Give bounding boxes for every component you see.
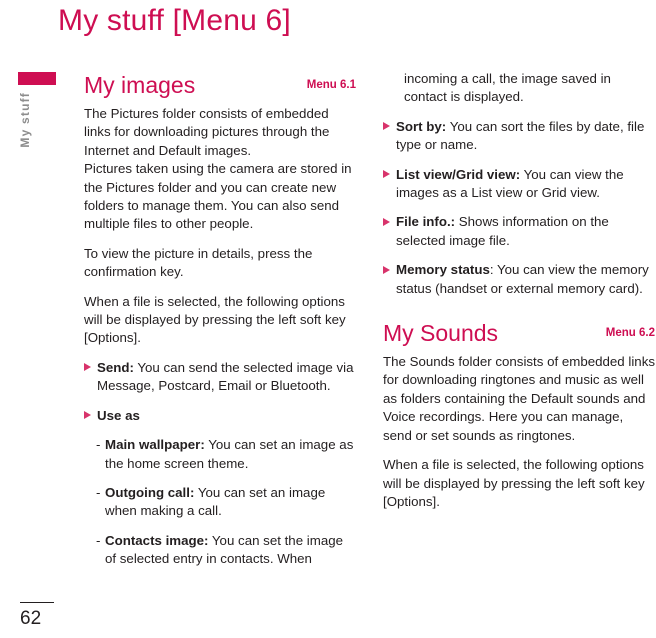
sub-list-item-label: Contacts image: — [105, 532, 209, 548]
section-menu-ref: Menu 6.2 — [605, 327, 655, 340]
dash-marker: - — [96, 484, 101, 500]
sub-list-item-label: Main wallpaper: — [105, 437, 205, 453]
list-item-text: You can send the selected image via Mess… — [97, 359, 354, 394]
list-item-label: Use as — [97, 407, 140, 423]
sub-list-item: - Main wallpaper: You can set an image a… — [84, 436, 356, 473]
sub-list-item: - Outgoing call: You can set an image wh… — [84, 484, 356, 521]
list-item: Memory status: You can view the memory s… — [383, 261, 655, 298]
list-item-label: Memory status — [396, 262, 490, 278]
list-item: Sort by: You can sort the files by date,… — [383, 118, 655, 155]
triangle-bullet-icon — [84, 411, 91, 420]
chapter-sidebar: My stuff — [0, 70, 78, 570]
list-item: Send: You can send the selected image vi… — [84, 359, 356, 396]
list-item: Use as — [84, 407, 356, 425]
list-item-label: File info.: — [396, 214, 456, 230]
triangle-bullet-icon — [84, 363, 91, 372]
left-column: My images Menu 6.1 The Pictures folder c… — [84, 70, 356, 580]
paragraph: To view the picture in details, press th… — [84, 245, 313, 280]
list-item: File info.: Shows information on the sel… — [383, 213, 655, 250]
section-title: My Sounds — [383, 320, 499, 347]
paragraph: When a file is selected, the following o… — [383, 457, 645, 509]
paragraph: Pictures taken using the camera are stor… — [84, 161, 352, 232]
footer-divider — [20, 601, 54, 603]
paragraph: When a file is selected, the following o… — [84, 293, 346, 346]
sub-list-item-label: Outgoing call: — [105, 484, 195, 500]
section-heading-my-sounds: My Sounds Menu 6.2 — [383, 318, 655, 352]
paragraph: The Pictures folder consists of embedded… — [84, 106, 330, 158]
list-item-label: Send: — [97, 359, 134, 375]
sidebar-chapter-label: My stuff — [18, 92, 32, 148]
page-title: My stuff [Menu 6] — [58, 4, 291, 37]
page-footer: 62 — [20, 601, 140, 631]
paragraph: The Sounds folder consists of embedded l… — [383, 354, 656, 443]
continuation-text: incoming a call, the image saved in cont… — [404, 71, 611, 105]
list-item-label: List view/Grid view: — [396, 166, 521, 182]
section-title: My images — [84, 72, 196, 98]
triangle-bullet-icon — [383, 170, 390, 179]
sidebar-accent-bar — [18, 72, 56, 85]
list-item-label: Sort by: — [396, 118, 447, 134]
right-column: incoming a call, the image saved in cont… — [383, 70, 655, 522]
dash-marker: - — [96, 437, 101, 453]
sub-list-item: - Contacts image: You can set the image … — [84, 532, 356, 569]
triangle-bullet-icon — [383, 122, 390, 131]
list-item: List view/Grid view: You can view the im… — [383, 166, 655, 203]
section-heading-my-images: My images Menu 6.1 — [84, 70, 356, 104]
section-menu-ref: Menu 6.1 — [306, 79, 356, 91]
dash-marker: - — [96, 532, 101, 548]
page-number: 62 — [20, 608, 42, 629]
triangle-bullet-icon — [383, 217, 390, 226]
triangle-bullet-icon — [383, 265, 390, 274]
